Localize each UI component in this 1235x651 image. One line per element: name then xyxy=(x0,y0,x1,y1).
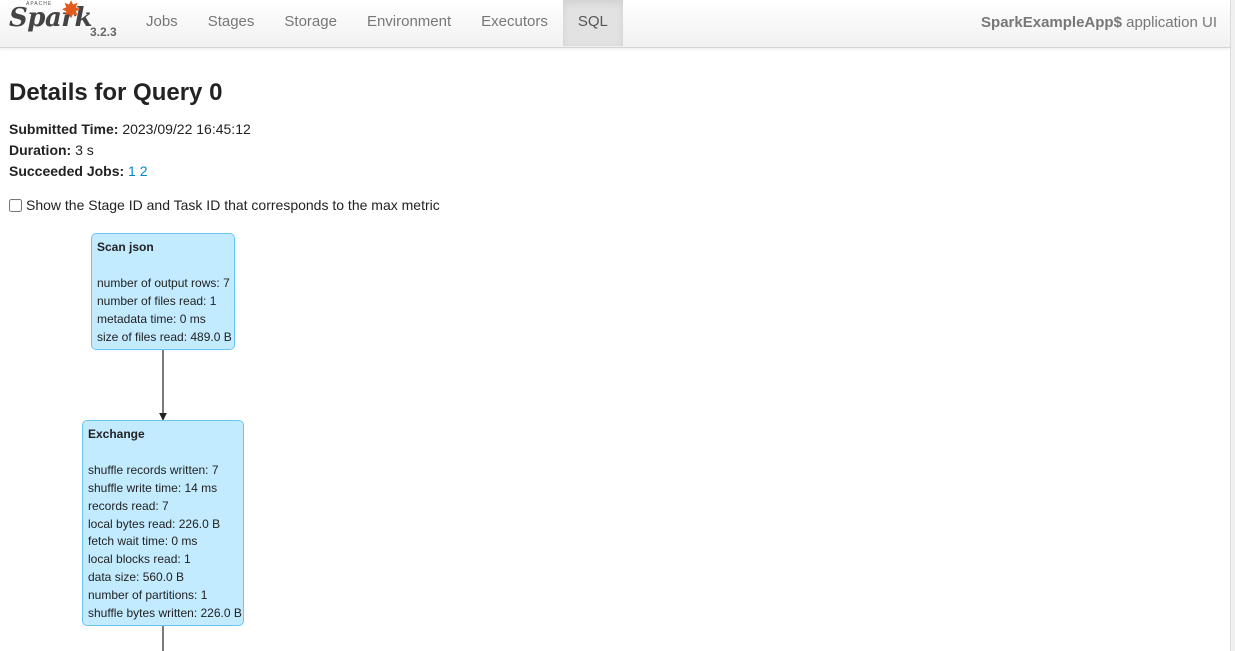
node-metric: number of files read: 1 xyxy=(97,293,217,308)
node-metric: records read: 7 xyxy=(88,498,169,513)
job-link-1[interactable]: 1 xyxy=(128,163,136,179)
page-title: Details for Query 0 xyxy=(9,79,223,106)
tab-sql[interactable]: SQL xyxy=(562,0,623,46)
spark-star-icon: ✸ xyxy=(61,0,82,24)
app-title: SparkExampleApp$ application UI xyxy=(981,14,1217,31)
plan-node-scan-json[interactable]: Scan json number of output rows: 7 numbe… xyxy=(91,233,235,350)
top-navbar: APACHE Spark ✸ 3.2.3 Jobs Stages Storage… xyxy=(0,0,1230,48)
node-metric: shuffle records written: 7 xyxy=(88,462,219,477)
page-scrollbar[interactable] xyxy=(1230,0,1235,651)
submitted-time-label: Submitted Time: xyxy=(9,121,119,137)
plan-node-exchange[interactable]: Exchange shuffle records written: 7 shuf… xyxy=(82,420,244,626)
node-metric: fetch wait time: 0 ms xyxy=(88,534,198,549)
node-metric: local blocks read: 1 xyxy=(88,552,191,567)
tab-stages[interactable]: Stages xyxy=(193,0,270,46)
spark-version: 3.2.3 xyxy=(90,25,117,39)
max-metric-checkbox[interactable] xyxy=(9,198,22,212)
app-suffix: application UI xyxy=(1126,14,1217,31)
duration-value: 3 s xyxy=(75,142,94,158)
duration-label: Duration: xyxy=(9,142,72,158)
app-name: SparkExampleApp$ xyxy=(981,14,1122,31)
succeeded-jobs-label: Succeeded Jobs: xyxy=(9,163,125,179)
tab-storage[interactable]: Storage xyxy=(269,0,352,46)
node-metric: size of files read: 489.0 B xyxy=(97,329,232,344)
spark-logo[interactable]: APACHE Spark ✸ 3.2.3 xyxy=(8,0,118,46)
node-metric: shuffle bytes written: 226.0 B xyxy=(88,606,242,621)
node-metric: shuffle write time: 14 ms xyxy=(88,480,218,495)
tab-environment[interactable]: Environment xyxy=(352,0,466,46)
nav-tabs: Jobs Stages Storage Environment Executor… xyxy=(131,0,623,47)
node-metric: number of partitions: 1 xyxy=(88,588,208,603)
max-metric-toggle[interactable]: Show the Stage ID and Task ID that corre… xyxy=(8,197,440,213)
tab-executors[interactable]: Executors xyxy=(466,0,563,46)
node-metric: data size: 560.0 B xyxy=(88,570,185,585)
submitted-time-row: Submitted Time: 2023/09/22 16:45:12 xyxy=(9,121,251,137)
tab-jobs[interactable]: Jobs xyxy=(131,0,193,46)
succeeded-jobs-row: Succeeded Jobs: 1 2 xyxy=(9,163,148,179)
job-link-2[interactable]: 2 xyxy=(140,163,148,179)
node-title: Exchange xyxy=(88,427,145,441)
max-metric-checkbox-label: Show the Stage ID and Task ID that corre… xyxy=(26,197,440,213)
node-metric: local bytes read: 226.0 B xyxy=(88,516,221,531)
submitted-time-value: 2023/09/22 16:45:12 xyxy=(122,121,251,137)
node-metric: number of output rows: 7 xyxy=(97,275,230,290)
node-metric: metadata time: 0 ms xyxy=(97,311,206,326)
duration-row: Duration: 3 s xyxy=(9,142,94,158)
node-title: Scan json xyxy=(97,240,154,254)
